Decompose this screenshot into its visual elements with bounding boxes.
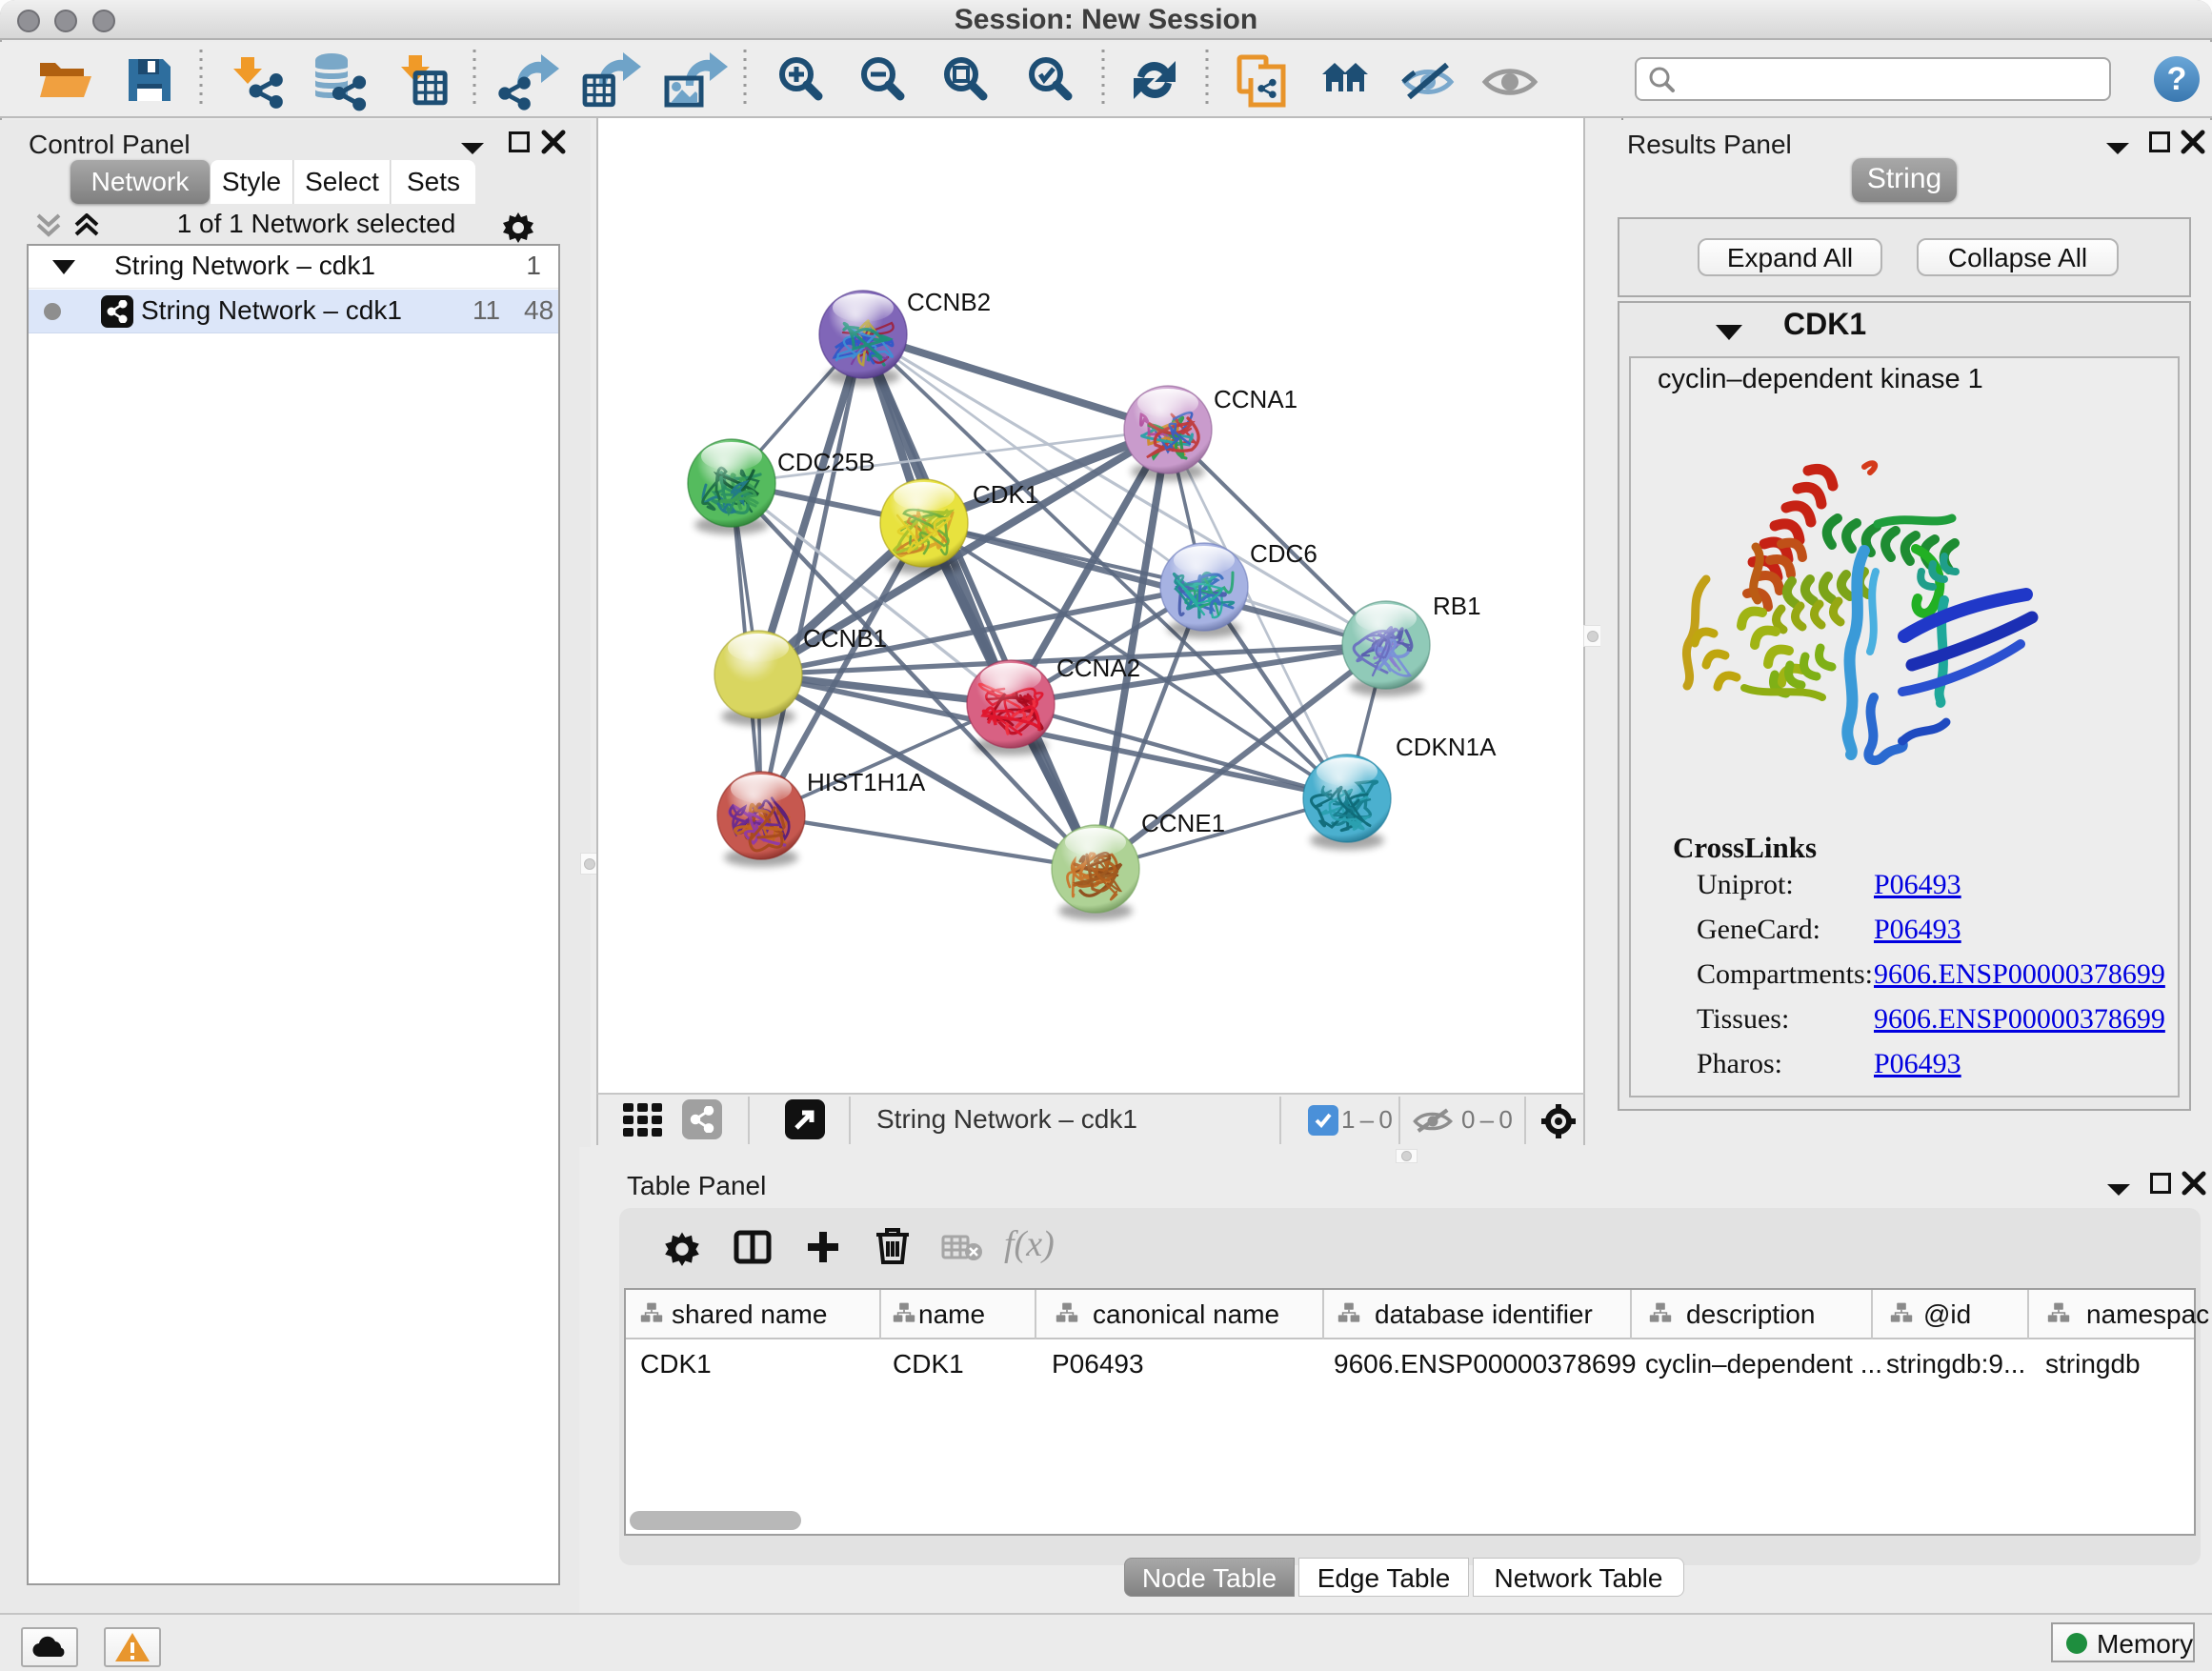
svg-text:HIST1H1A: HIST1H1A <box>807 768 926 796</box>
svg-text:CCNB2: CCNB2 <box>907 288 991 316</box>
svg-text:CCNE1: CCNE1 <box>1141 809 1225 837</box>
svg-text:CDC6: CDC6 <box>1250 539 1317 568</box>
svg-text:CDC25B: CDC25B <box>777 448 875 476</box>
svg-text:CCNA2: CCNA2 <box>1056 654 1140 682</box>
svg-text:CDK1: CDK1 <box>973 480 1038 509</box>
svg-text:CCNA1: CCNA1 <box>1214 385 1297 413</box>
svg-text:CDKN1A: CDKN1A <box>1396 733 1497 761</box>
svg-text:CCNB1: CCNB1 <box>803 624 887 653</box>
svg-text:RB1: RB1 <box>1433 592 1481 620</box>
